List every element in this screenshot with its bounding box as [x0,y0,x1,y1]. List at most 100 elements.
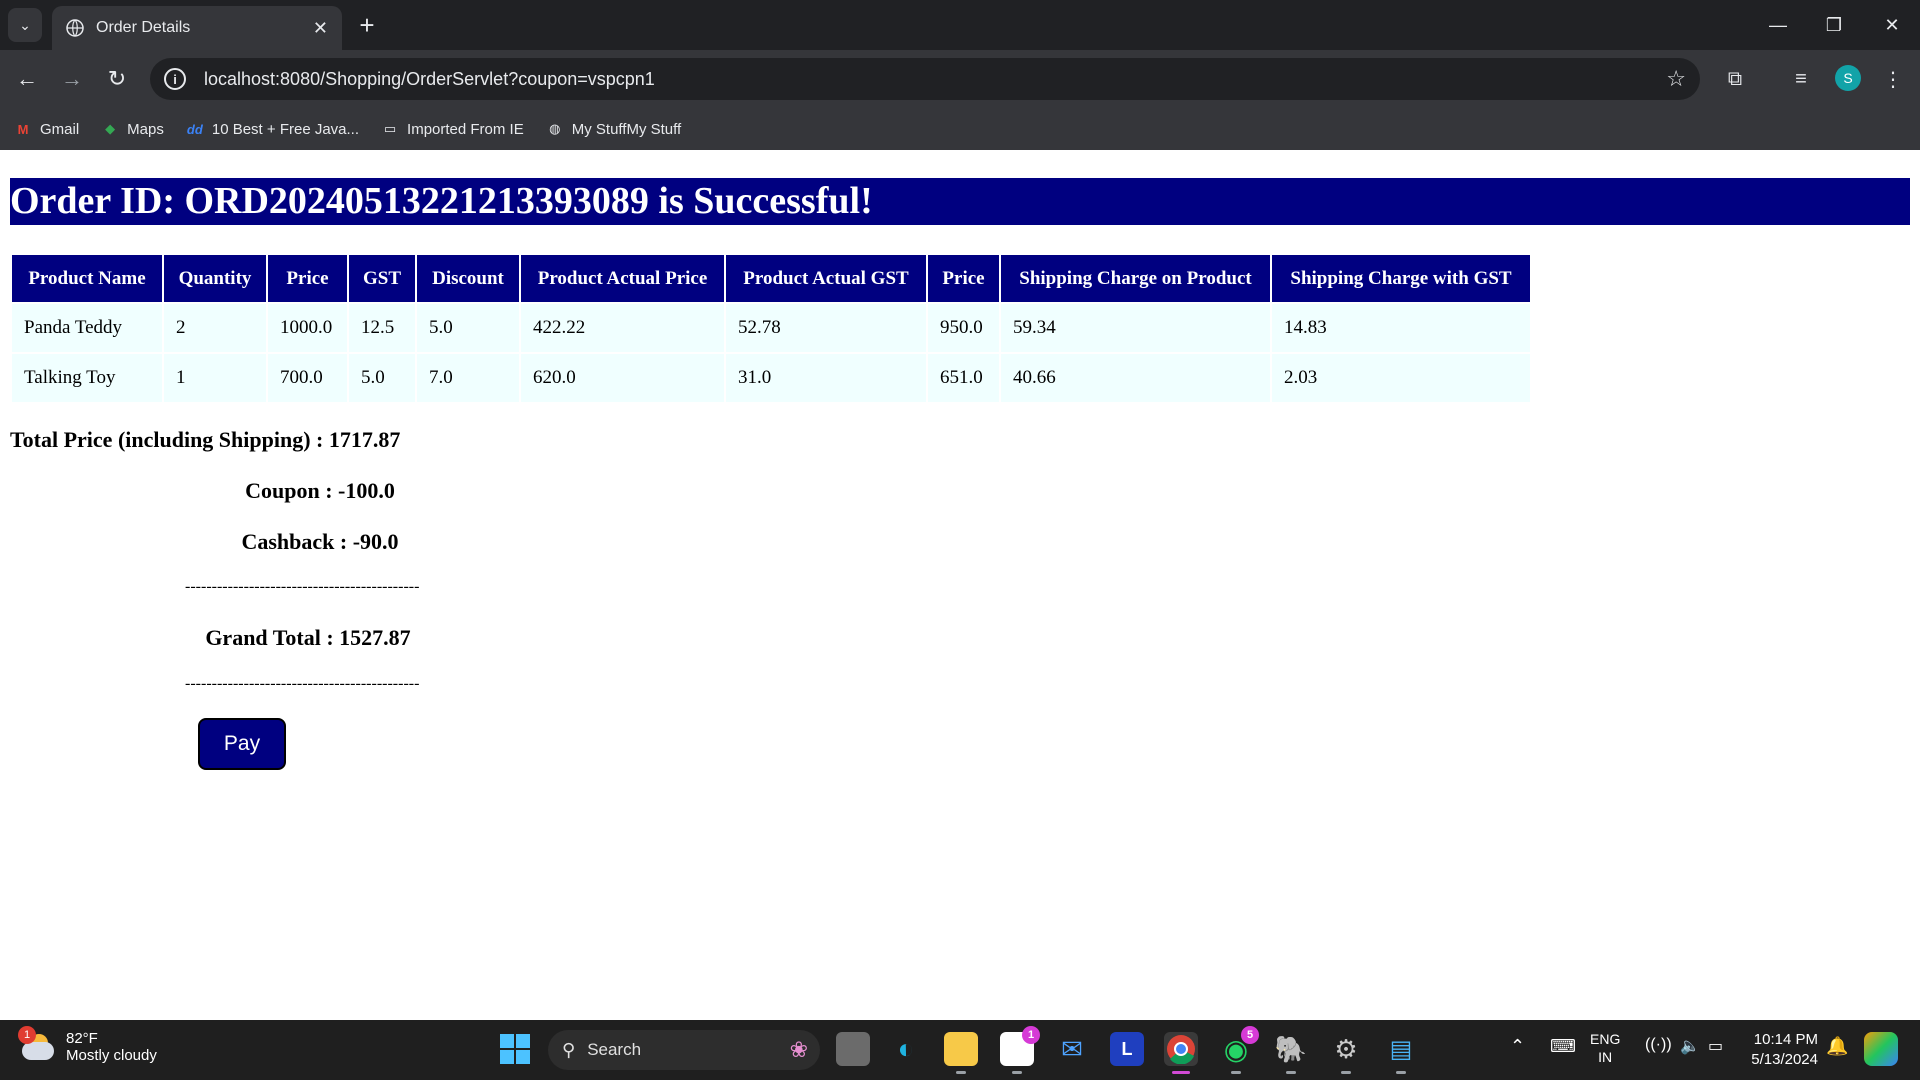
table-cell: 40.66 [1001,354,1270,402]
order-table: Product Name Quantity Price GST Discount… [10,253,1532,404]
taskbar-search[interactable]: ⚲ Search ❀ [548,1030,820,1070]
folder-icon: ▭ [383,121,397,136]
whatsapp-badge: 5 [1241,1026,1259,1044]
table-cell: 52.78 [726,304,926,352]
column-header: Price [928,255,999,302]
table-cell: 651.0 [928,354,999,402]
notepad-icon[interactable]: ▤ [1384,1032,1418,1074]
show-hidden-icons[interactable]: ⌃ [1510,1036,1525,1057]
table-cell: 12.5 [349,304,415,352]
wifi-icon[interactable]: ((·)) [1645,1036,1672,1054]
bookmark-folder-imported[interactable]: ▭ Imported From IE [381,121,524,138]
clock-date: 5/13/2024 [1751,1051,1818,1068]
address-bar[interactable]: i localhost:8080/Shopping/OrderServlet?c… [150,58,1700,100]
weather-badge: 1 [18,1026,36,1044]
column-header: Product Actual GST [726,255,926,302]
touch-keyboard-icon[interactable]: ⌨ [1550,1036,1576,1057]
gmail-icon: M [17,121,29,137]
edge-icon[interactable]: ◐ [889,1032,923,1066]
windows-start-icon[interactable] [500,1034,530,1064]
dd-icon: dd [186,121,203,137]
bookmark-maps[interactable]: ◆ Maps [101,121,164,138]
table-cell: 700.0 [268,354,347,402]
extensions-icon[interactable]: ⧉ [1720,64,1750,94]
battery-icon[interactable]: ▭ [1708,1036,1723,1056]
launcher-l-icon[interactable]: L [1110,1032,1144,1066]
forward-button[interactable]: → [55,62,89,96]
tab-title: Order Details [96,19,191,36]
tab-bar: ⌄ Order Details ✕ + — ❐ ✕ [0,0,1920,50]
order-heading: Order ID: ORD20240513221213393089 is Suc… [10,178,1910,225]
bookmark-gmail[interactable]: M Gmail [14,121,80,138]
microsoft-store-icon[interactable]: 1 [1000,1026,1040,1074]
notification-bell-icon[interactable]: 🔔 [1826,1036,1848,1057]
total-price: Total Price (including Shipping) : 1717.… [10,427,401,452]
table-cell: 422.22 [521,304,724,352]
minimize-button[interactable]: — [1750,0,1806,50]
site-info-icon[interactable]: i [164,68,186,90]
table-cell: 2 [164,304,266,352]
clock[interactable]: 10:14 PM 5/13/2024 [1750,1030,1818,1070]
table-cell: 950.0 [928,304,999,352]
close-tab-icon[interactable]: ✕ [313,18,328,39]
whatsapp-icon[interactable]: ◉ 5 [1219,1026,1259,1074]
tab-search-button[interactable]: ⌄ [8,8,42,42]
chrome-icon[interactable] [1164,1032,1198,1074]
media-control-icon[interactable]: ≡ [1786,64,1816,94]
url-text: localhost:8080/Shopping/OrderServlet?cou… [204,68,655,89]
volume-icon[interactable]: 🔈 [1680,1036,1700,1056]
copilot-icon[interactable] [1864,1032,1898,1066]
taskbar: 1 82°F Mostly cloudy ⚲ Search ❀ ◐ 1 ✉ L … [0,1020,1920,1080]
cashback-amount: Cashback : -90.0 [241,529,399,554]
bookmark-my-stuff[interactable]: ◍ My StuffMy Stuff [546,121,681,138]
column-header: Shipping Charge on Product [1001,255,1270,302]
table-cell: Talking Toy [12,354,162,402]
close-window-button[interactable]: ✕ [1864,0,1920,50]
table-row: Panda Teddy 2 1000.0 12.5 5.0 422.22 52.… [12,304,1530,352]
table-cell: 7.0 [417,354,519,402]
restore-button[interactable]: ❐ [1806,0,1862,50]
tab-order-details[interactable]: Order Details ✕ [52,6,342,50]
column-header: Product Actual Price [521,255,724,302]
table-cell: 1000.0 [268,304,347,352]
pay-button[interactable]: Pay [198,718,286,770]
new-tab-button[interactable]: + [352,10,382,40]
globe-icon: ◍ [549,121,561,136]
lotus-icon: ❀ [789,1037,808,1062]
browser-toolbar: ← → ↻ i localhost:8080/Shopping/OrderSer… [0,50,1920,108]
menu-icon[interactable]: ⋮ [1878,64,1908,94]
table-cell: Panda Teddy [12,304,162,352]
bookmark-java[interactable]: dd 10 Best + Free Java... [186,121,359,138]
maps-icon: ◆ [105,121,116,136]
bookmark-star-icon[interactable]: ☆ [1666,66,1686,92]
table-cell: 59.34 [1001,304,1270,352]
reload-button[interactable]: ↻ [100,62,134,96]
postgres-icon[interactable]: 🐘 [1274,1032,1308,1074]
settings-gear-icon[interactable]: ⚙ [1329,1032,1363,1074]
coupon-amount: Coupon : -100.0 [245,478,395,503]
weather-desc: Mostly cloudy [66,1047,157,1064]
table-header-row: Product Name Quantity Price GST Discount… [12,255,1530,302]
table-cell: 5.0 [417,304,519,352]
search-label: Search [587,1040,642,1059]
file-explorer-icon[interactable] [944,1032,978,1074]
weather-widget[interactable]: 1 82°F Mostly cloudy [18,1026,157,1064]
table-cell: 14.83 [1272,304,1530,352]
profile-avatar[interactable]: S [1835,65,1861,91]
column-header: Product Name [12,255,162,302]
table-cell: 31.0 [726,354,926,402]
column-header: Price [268,255,347,302]
back-button[interactable]: ← [10,62,44,96]
bookmarks-bar: M Gmail ◆ Maps dd 10 Best + Free Java...… [0,108,1920,150]
weather-cloud-icon: 1 [18,1026,56,1062]
table-cell: 2.03 [1272,354,1530,402]
language-indicator[interactable]: ENG IN [1590,1030,1620,1066]
grand-total: Grand Total : 1527.87 [205,625,411,650]
page-content: Order ID: ORD20240513221213393089 is Suc… [0,150,1920,1020]
column-header: Quantity [164,255,266,302]
weather-temp: 82°F [66,1030,98,1047]
search-icon: ⚲ [562,1039,576,1060]
mail-icon[interactable]: ✉ [1055,1032,1089,1066]
task-view-icon[interactable] [836,1032,870,1066]
clock-time: 10:14 PM [1753,1031,1818,1048]
